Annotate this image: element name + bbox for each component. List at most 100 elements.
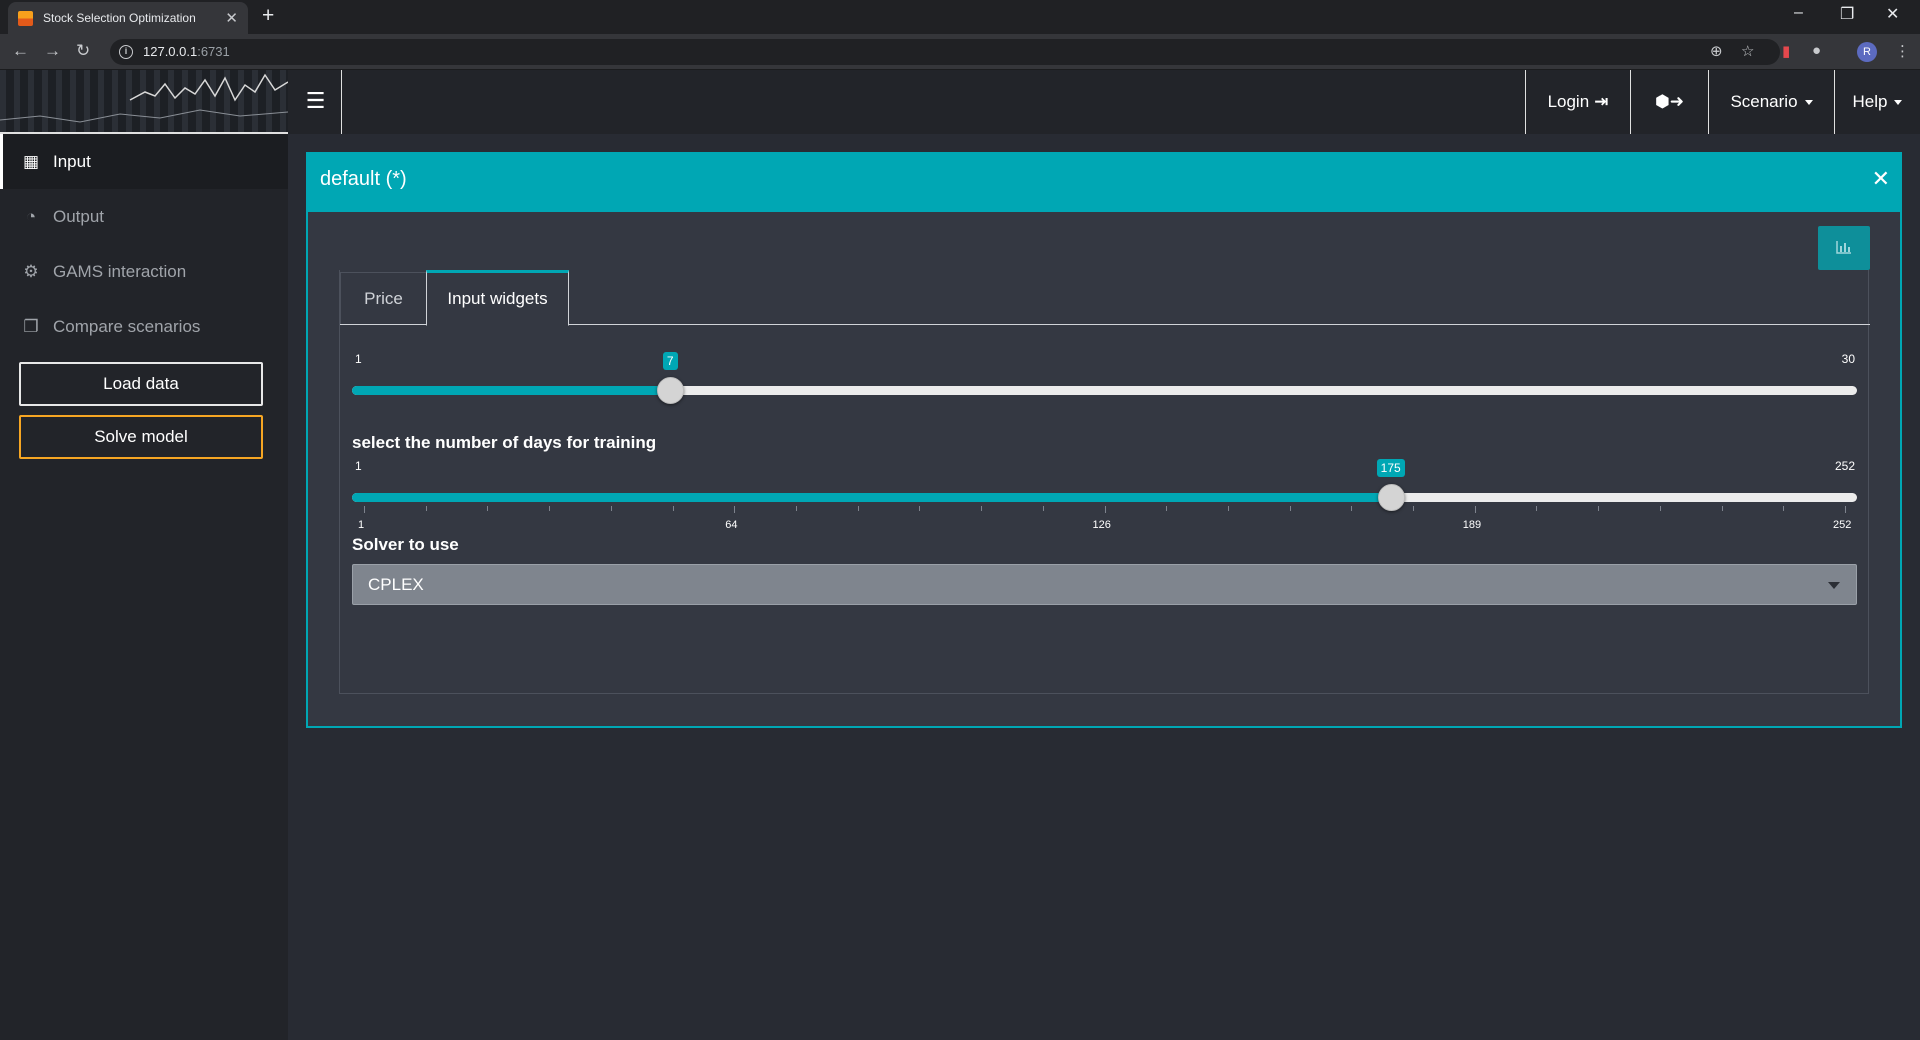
tab-divider xyxy=(340,324,1870,325)
scenario-box: default (*) ✕ Price Input widgets 1 30 7… xyxy=(306,152,1902,728)
dropdown-arrow-icon xyxy=(1828,582,1840,589)
slider-handle[interactable] xyxy=(1377,484,1405,511)
slider-tick-label: 189 xyxy=(1462,519,1482,531)
slider-tick xyxy=(1845,506,1846,513)
info-icon[interactable]: i xyxy=(119,45,133,59)
solver-label: Solver to use xyxy=(352,535,459,554)
slider-min-label: 1 xyxy=(355,459,362,473)
slider-min-label: 1 xyxy=(355,352,362,366)
bar-chart-icon xyxy=(1836,241,1851,254)
app-root: ☰ Login ⇥ ⬢➜ Scenario Help ▦ Input ◔ Out… xyxy=(0,70,1920,1040)
sidebar-item-label: Input xyxy=(53,151,91,171)
slider-tick xyxy=(1289,506,1291,511)
slider-tick xyxy=(364,506,365,513)
pdf-extension-icon[interactable]: ▮ xyxy=(1782,42,1790,60)
sidebar: ▦ Input ◔ Output ⚙ GAMS interaction ❐ Co… xyxy=(0,134,288,1040)
close-icon[interactable]: ✕ xyxy=(1872,166,1890,192)
browser-tab[interactable]: Stock Selection Optimization ✕ xyxy=(8,2,248,34)
slider-handle[interactable] xyxy=(657,377,685,404)
training-days-label: select the number of days for training xyxy=(352,433,657,452)
solve-model-button[interactable]: Solve model xyxy=(19,415,263,459)
sidebar-item-compare-scenarios[interactable]: ❐ Compare scenarios xyxy=(0,299,288,354)
caret-down-icon xyxy=(1804,99,1813,105)
reload-icon[interactable]: ↻ xyxy=(76,41,90,61)
slider-track[interactable] xyxy=(352,493,1857,502)
help-dropdown[interactable]: Help xyxy=(1834,70,1920,134)
tab-price[interactable]: Price xyxy=(340,272,427,324)
slider-tick xyxy=(795,506,797,511)
minimize-icon[interactable]: – xyxy=(1794,4,1803,22)
help-label: Help xyxy=(1852,92,1888,111)
url-input[interactable]: i 127.0.0.1:6731 xyxy=(110,39,1780,65)
sidebar-item-output[interactable]: ◔ Output xyxy=(0,189,288,244)
slider-tick-label: 1 xyxy=(358,519,365,531)
profile-avatar[interactable]: R xyxy=(1857,42,1877,62)
extension-icon[interactable]: ● xyxy=(1812,42,1821,59)
scenario-dropdown[interactable]: Scenario xyxy=(1708,70,1834,134)
tab-close-icon[interactable]: ✕ xyxy=(225,9,238,27)
tab-input-widgets[interactable]: Input widgets xyxy=(426,270,569,326)
forward-icon[interactable]: → xyxy=(44,41,61,61)
address-bar: ← → ↻ i 127.0.0.1:6731 ⊕ ☆ ▮ ● R ⋮ xyxy=(0,34,1920,70)
slider-1: 1 30 7 xyxy=(352,352,1857,412)
favicon-icon xyxy=(18,10,33,26)
load-data-button[interactable]: Load data xyxy=(19,362,263,406)
new-tab-icon[interactable]: + xyxy=(262,4,274,28)
cube-arrow-icon: ⬢➜ xyxy=(1654,92,1685,111)
bookmark-star-icon[interactable]: ☆ xyxy=(1741,42,1754,60)
sidebar-item-label: Output xyxy=(53,206,105,226)
slider-tick-label: 126 xyxy=(1092,519,1111,531)
slider-tick xyxy=(1474,506,1476,513)
slider-track[interactable] xyxy=(352,386,1857,395)
grid-icon: ▦ xyxy=(22,151,40,171)
graph-view-button[interactable] xyxy=(1818,226,1870,270)
slider-tick xyxy=(1042,506,1044,511)
sidebar-item-input[interactable]: ▦ Input xyxy=(0,134,288,189)
slider-tick xyxy=(1351,506,1353,511)
logo-image xyxy=(0,70,288,134)
slider-tick xyxy=(1536,506,1538,511)
solver-selected-value: CPLEX xyxy=(368,575,424,594)
slider-tick xyxy=(610,506,612,511)
login-button[interactable]: Login ⇥ xyxy=(1525,70,1630,134)
browser-tab-title: Stock Selection Optimization xyxy=(43,11,196,25)
app-header: ☰ Login ⇥ ⬢➜ Scenario Help xyxy=(0,70,1920,134)
slider-max-label: 30 xyxy=(1841,352,1855,366)
slider-value-label: 7 xyxy=(662,352,678,370)
login-label: Login xyxy=(1547,92,1590,111)
sidebar-item-label: Compare scenarios xyxy=(53,316,201,336)
scenario-label: Scenario xyxy=(1730,92,1798,111)
sidebar-item-label: GAMS interaction xyxy=(53,261,187,281)
slider-tick xyxy=(1598,506,1600,511)
slider-tick xyxy=(981,506,983,511)
slider-tick xyxy=(919,506,921,511)
gear-icon: ⚙ xyxy=(23,261,39,281)
slider-max-label: 252 xyxy=(1834,459,1855,473)
restore-icon[interactable]: ❐ xyxy=(1840,4,1854,24)
browser-tab-strip: Stock Selection Optimization ✕ + – ❐ ✕ xyxy=(0,0,1920,34)
slider-tick-label: 252 xyxy=(1833,519,1852,531)
copy-icon: ❐ xyxy=(23,316,39,336)
slider-tick xyxy=(425,506,427,511)
dashboard-icon: ◔ xyxy=(25,206,37,226)
slider-tick xyxy=(1659,506,1661,511)
slider-tick xyxy=(734,506,736,513)
sidebar-item-gams-interaction[interactable]: ⚙ GAMS interaction xyxy=(0,244,288,299)
window-close-icon[interactable]: ✕ xyxy=(1886,4,1899,24)
slider-training-days: 1 252 175 1 64 126 189 252 xyxy=(352,459,1857,539)
scenario-title: default (*) xyxy=(320,168,407,190)
back-icon[interactable]: ← xyxy=(12,41,29,61)
slider-value-label: 175 xyxy=(1376,459,1405,477)
caret-down-icon xyxy=(1894,99,1903,105)
menu-dots-icon[interactable]: ⋮ xyxy=(1895,42,1910,60)
slider-tick-label: 64 xyxy=(725,519,738,531)
zoom-icon[interactable]: ⊕ xyxy=(1710,42,1723,60)
hamburger-menu-icon[interactable]: ☰ xyxy=(290,70,342,134)
slider-tick xyxy=(1721,506,1723,511)
slider-tick xyxy=(672,506,674,511)
slider-tick xyxy=(1104,506,1106,513)
slider-fill xyxy=(352,386,671,395)
main-content: default (*) ✕ Price Input widgets 1 30 7… xyxy=(288,134,1920,1040)
solver-select[interactable]: CPLEX xyxy=(352,564,1857,605)
export-button[interactable]: ⬢➜ xyxy=(1630,70,1708,134)
